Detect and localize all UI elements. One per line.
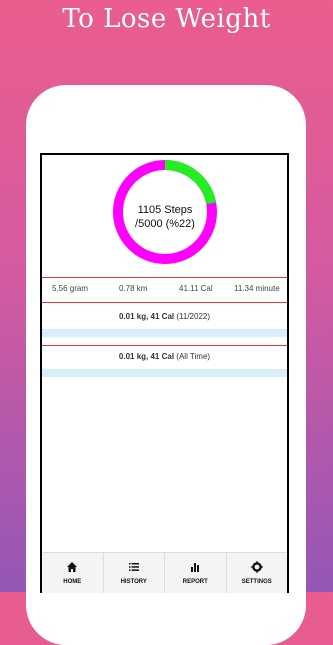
- month-summary-value: 0.01 kg, 41 Cal: [118, 312, 175, 321]
- nav-settings[interactable]: SETTINGS: [227, 553, 288, 593]
- bar-chart-icon: [191, 563, 200, 572]
- month-summary: 0.01 kg, 41 Cal (11/2022): [42, 312, 287, 321]
- gear-icon: [251, 561, 263, 573]
- stat-cal: 41.11 Cal: [179, 284, 213, 293]
- stat-km: 0.78 km: [119, 284, 148, 293]
- steps-progress-ring: 1105 Steps /5000 (%22): [112, 159, 218, 265]
- home-icon: [67, 562, 78, 572]
- steps-goal: /5000 (%22): [135, 218, 195, 230]
- steps-text: 1105 Steps /5000 (%22): [112, 203, 218, 231]
- promo-title: To Lose Weight: [62, 4, 271, 34]
- nav-report-label: REPORT: [182, 579, 208, 585]
- alltime-summary: 0.01 kg, 41 Cal (All Time): [42, 352, 287, 361]
- nav-settings-label: SETTINGS: [241, 579, 272, 585]
- month-summary-period: (11/2022): [176, 312, 211, 321]
- alltime-summary-value: 0.01 kg, 41 Cal: [118, 352, 175, 361]
- steps-count: 1105 Steps: [137, 204, 193, 216]
- nav-history-label: HISTORY: [120, 579, 147, 585]
- stats-row: 5.56 gram 0.78 km 41.11 Cal 11.34 minute: [42, 277, 287, 303]
- alltime-summary-band: [42, 369, 287, 377]
- nav-home[interactable]: HOME: [42, 553, 104, 593]
- month-summary-band: [42, 329, 287, 337]
- nav-home-label: HOME: [63, 579, 82, 585]
- alltime-summary-period: (All Time): [176, 352, 211, 361]
- stat-minute: 11.34 minute: [234, 284, 280, 293]
- app-screen: 1105 Steps /5000 (%22) 5.56 gram 0.78 km…: [40, 153, 289, 593]
- section-divider: [42, 345, 287, 346]
- bottom-nav: HOME HISTORY REPORT SETTINGS: [42, 552, 287, 593]
- stat-gram: 5.56 gram: [52, 284, 89, 293]
- list-icon: [128, 563, 139, 571]
- nav-history[interactable]: HISTORY: [104, 553, 165, 593]
- nav-report[interactable]: REPORT: [165, 553, 227, 593]
